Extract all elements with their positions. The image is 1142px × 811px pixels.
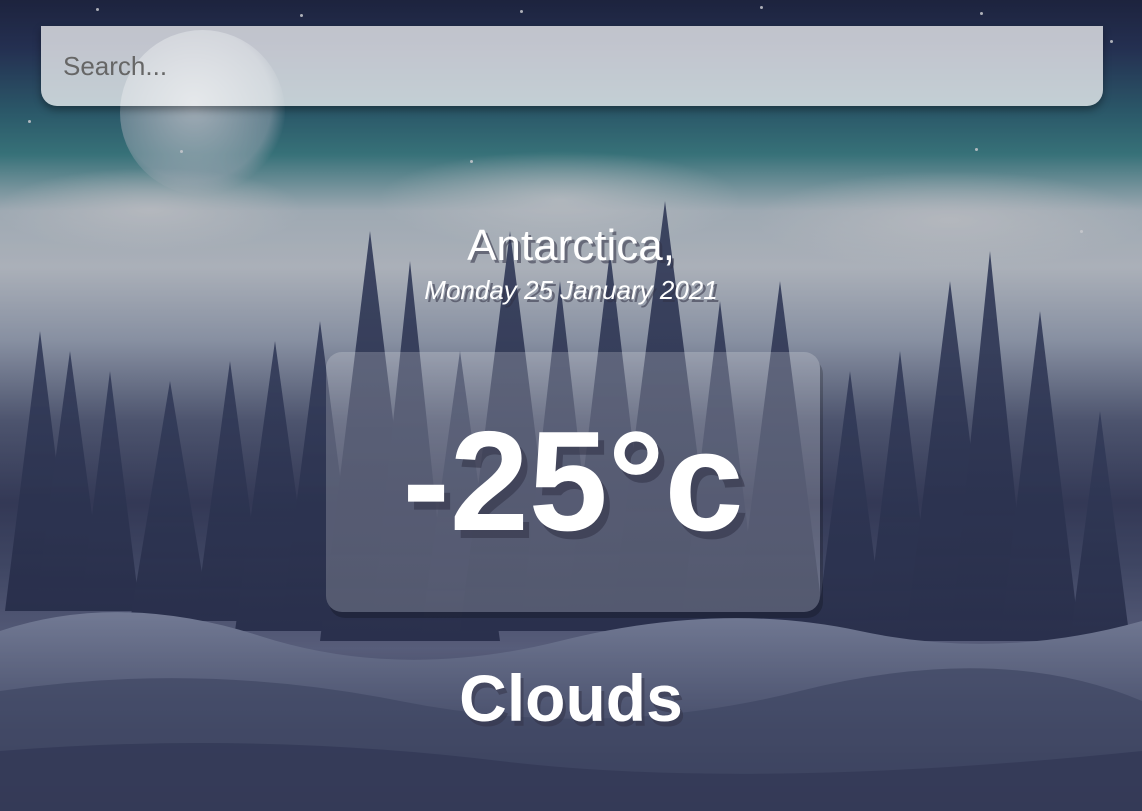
location-date: Monday 25 January 2021: [424, 275, 718, 305]
weather-condition: Clouds: [459, 661, 683, 735]
temperature-box: -25°c: [326, 352, 820, 612]
temperature-value: -25°c: [402, 402, 744, 561]
location-city: Antarctica,: [467, 221, 675, 270]
search-input[interactable]: [41, 26, 1103, 106]
weather-app: Antarctica, Monday 25 January 2021 -25°c…: [0, 0, 1142, 811]
search-box: [41, 26, 1103, 106]
location-box: Antarctica, Monday 25 January 2021: [0, 218, 1142, 306]
